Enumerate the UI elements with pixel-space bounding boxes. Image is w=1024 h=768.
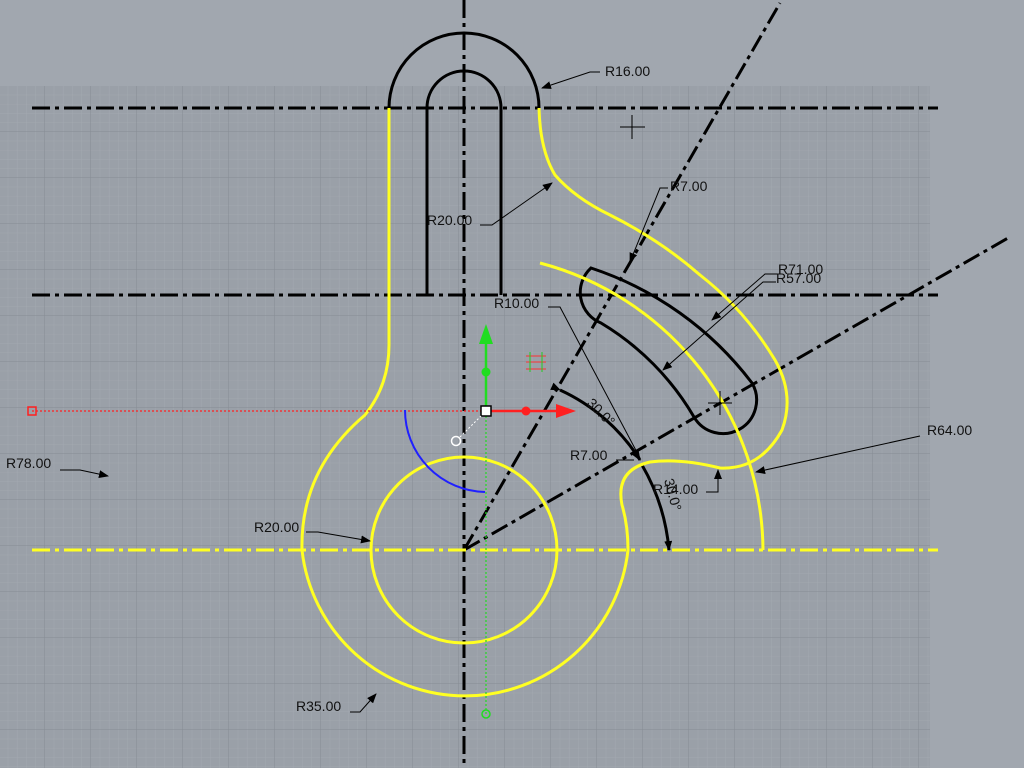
dim-r7-bottom[interactable]: R7.00 (570, 447, 608, 463)
dim-r7-top[interactable]: R7.00 (670, 178, 708, 194)
viewport-top[interactable]: R16.00 R7.00 R20.00 R71.00 R57.00 R10.00… (0, 0, 1024, 768)
drawing-canvas[interactable]: R16.00 R7.00 R20.00 R71.00 R57.00 R10.00… (0, 0, 1024, 768)
dim-r78[interactable]: R78.00 (6, 455, 51, 471)
dim-r35[interactable]: R35.00 (296, 698, 341, 714)
dim-r64[interactable]: R64.00 (927, 422, 972, 438)
dim-r20-center[interactable]: R20.00 (254, 519, 299, 535)
dim-r20-top[interactable]: R20.00 (427, 212, 472, 228)
dim-r16[interactable]: R16.00 (605, 63, 650, 79)
dim-r57[interactable]: R57.00 (776, 270, 821, 286)
dim-r10[interactable]: R10.00 (494, 295, 539, 311)
